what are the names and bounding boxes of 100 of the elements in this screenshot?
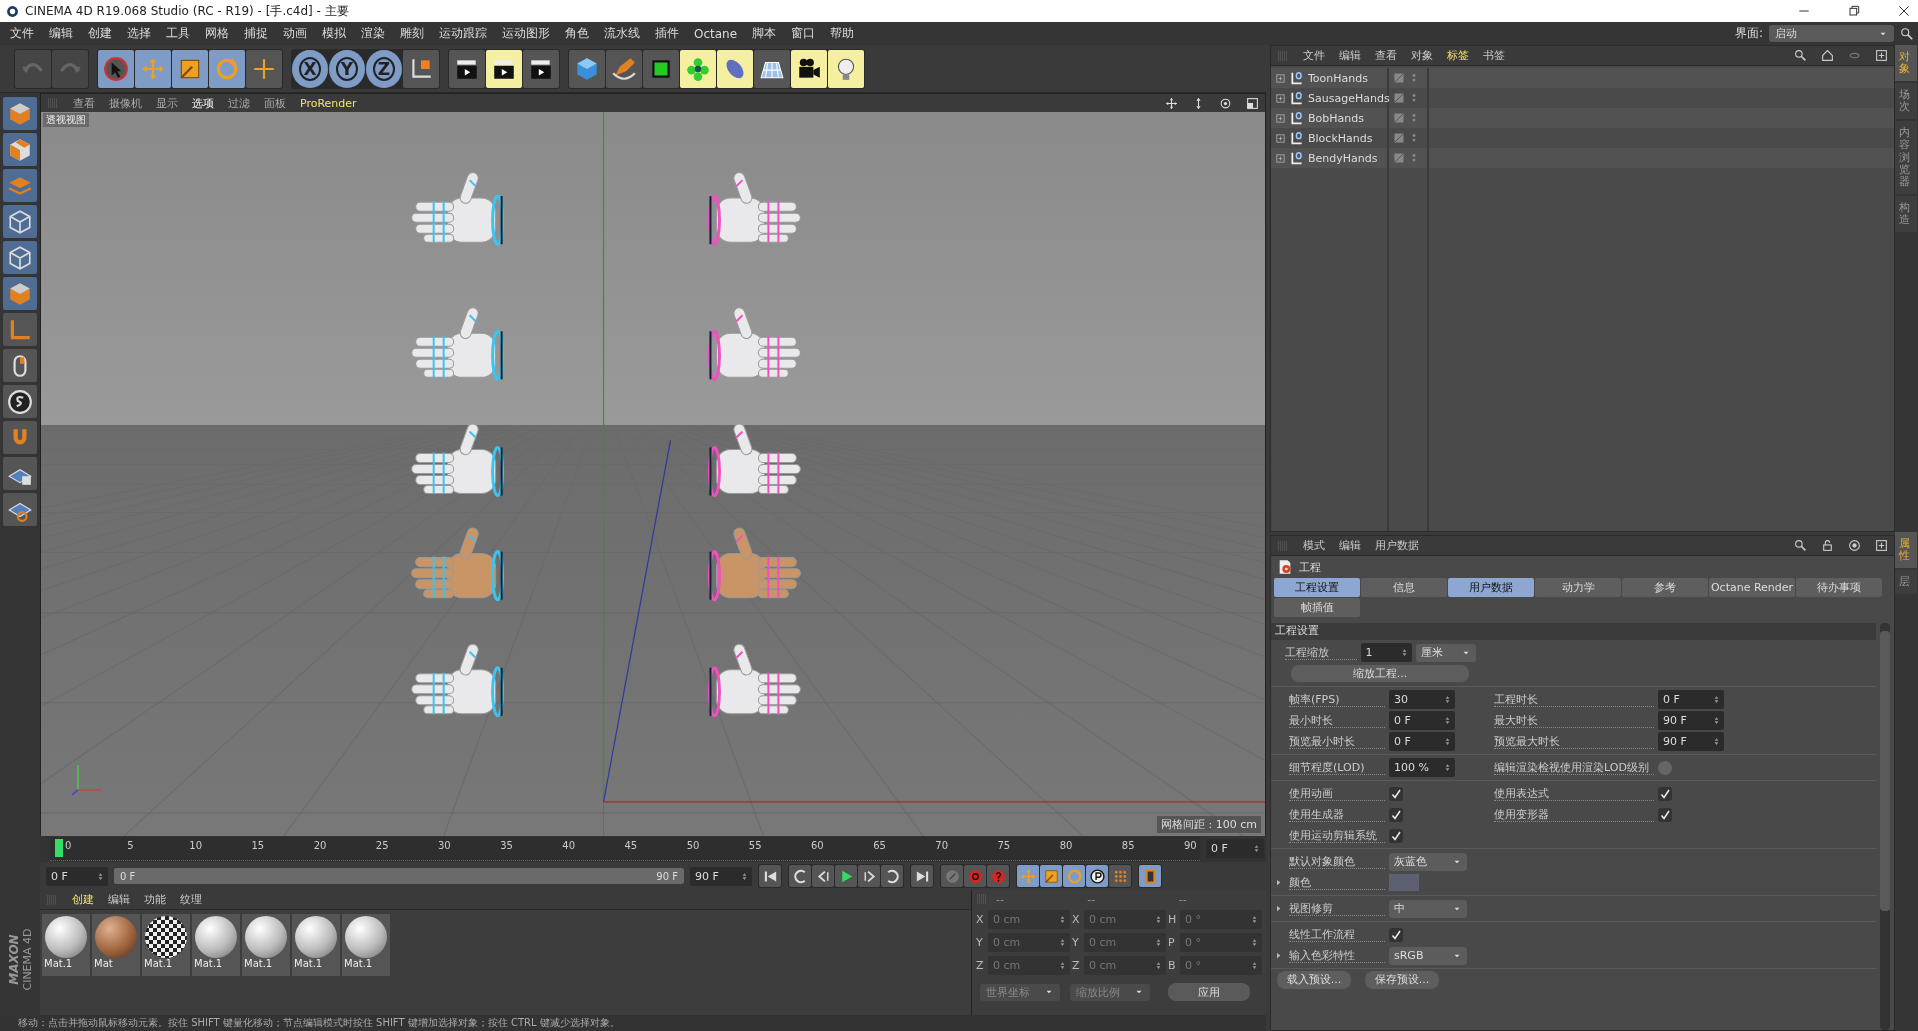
tab[interactable]: 工程设置 [1274, 578, 1360, 597]
menu-item[interactable]: 运动图形 [502, 25, 550, 42]
scale-project-button[interactable]: 缩放工程... [1291, 665, 1469, 682]
number-field[interactable]: 90 F [1658, 711, 1724, 730]
checkbox[interactable] [1389, 927, 1403, 942]
checkbox[interactable] [1658, 786, 1672, 801]
tag-icon[interactable] [1393, 132, 1405, 144]
tab[interactable]: 动力学 [1535, 578, 1621, 597]
tool-button[interactable] [759, 865, 781, 887]
menu-item[interactable]: ProRender [300, 96, 357, 110]
checkbox[interactable] [1658, 807, 1672, 822]
number-field[interactable]: 1 [1360, 643, 1412, 662]
tab[interactable]: Octane Render [1709, 578, 1795, 597]
menu-item[interactable]: 运动跟踪 [439, 25, 487, 42]
side-tab[interactable]: 属性 [1895, 532, 1917, 569]
menu-item[interactable]: 书签 [1483, 48, 1505, 63]
menu-item[interactable]: 网格 [205, 25, 229, 42]
menu-item[interactable]: 选择 [127, 25, 151, 42]
menu-item[interactable]: 编辑 [49, 25, 73, 42]
menu-item[interactable]: 查看 [1375, 48, 1397, 63]
tool-button[interactable] [606, 49, 642, 88]
menu-item[interactable]: 过滤 [228, 95, 250, 111]
orbit-icon[interactable] [1219, 96, 1232, 110]
tool-button[interactable] [881, 865, 903, 887]
color-swatch[interactable] [1389, 874, 1419, 891]
menu-item[interactable]: 面板 [264, 95, 286, 111]
material-item[interactable]: Mat.1 [292, 914, 340, 976]
menu-item[interactable]: 文件 [1303, 48, 1325, 63]
number-field[interactable]: 0 F [1389, 732, 1455, 751]
menu-item[interactable]: 标签 [1447, 48, 1469, 63]
menu-item[interactable]: 用户数据 [1375, 538, 1419, 553]
move-view-icon[interactable] [1165, 96, 1178, 110]
scrollbar-thumb[interactable] [1880, 631, 1890, 911]
tool-button[interactable] [209, 49, 245, 88]
tab[interactable]: 信息 [1361, 578, 1447, 597]
material-item[interactable]: Mat [92, 914, 140, 976]
material-item[interactable]: Mat.1 [342, 914, 390, 976]
menu-item[interactable]: 角色 [565, 25, 589, 42]
menu-item[interactable]: 文件 [10, 25, 34, 42]
view-layout-icon[interactable] [1246, 96, 1259, 110]
material-item[interactable]: Mat.1 [192, 914, 240, 976]
tool-button[interactable] [717, 49, 753, 88]
menu-item[interactable]: 创建 [88, 25, 112, 42]
tool-button[interactable] [643, 49, 679, 88]
dropdown[interactable]: sRGB [1389, 946, 1467, 965]
timeline-ruler[interactable]: 0 5 10 15 20 25 30 35 40 45 50 55 60 65 70 75 80 85 90 [50, 836, 1200, 861]
side-tab[interactable]: 对象 [1895, 45, 1917, 82]
expand-icon[interactable] [1275, 132, 1286, 144]
menu-item[interactable]: 显示 [156, 95, 178, 111]
menu-item[interactable]: 雕刻 [400, 25, 424, 42]
menu-item[interactable]: 对象 [1411, 48, 1433, 63]
checkbox[interactable] [1389, 807, 1403, 822]
new-panel-icon[interactable] [1875, 49, 1888, 62]
side-tab[interactable]: 场次 [1895, 83, 1917, 120]
tool-button[interactable] [486, 49, 522, 88]
menu-item[interactable]: 渲染 [361, 25, 385, 42]
tool-button[interactable] [3, 385, 37, 418]
search-icon[interactable] [1794, 539, 1807, 552]
number-field[interactable]: 0 F [1658, 690, 1724, 709]
menu-item[interactable]: 编辑 [1339, 48, 1361, 63]
end-frame-field[interactable]: 90 F [690, 866, 752, 886]
menu-item[interactable]: Octane [694, 26, 738, 41]
search-icon[interactable] [1900, 26, 1914, 41]
tool-button[interactable] [789, 865, 811, 887]
number-field[interactable]: 0 F [1389, 711, 1455, 730]
tool-button[interactable] [828, 49, 864, 88]
layout-dropdown[interactable]: 启动 [1769, 25, 1894, 42]
frame-field[interactable]: 0 F [1206, 839, 1264, 858]
material-item[interactable]: Mat.1 [142, 914, 190, 976]
menu-item[interactable]: 捕捉 [244, 25, 268, 42]
tool-button[interactable] [449, 49, 485, 88]
checkbox[interactable] [1389, 828, 1403, 843]
number-field[interactable]: 100 % [1389, 758, 1455, 777]
axis-toggle[interactable]: X [292, 49, 328, 88]
tool-button[interactable] [172, 49, 208, 88]
axis-toggle[interactable]: Y [329, 49, 365, 88]
number-field[interactable]: 30 [1389, 690, 1455, 709]
tool-button[interactable] [754, 49, 790, 88]
object-name[interactable]: BlockHands [1308, 131, 1373, 145]
axis-toggle[interactable]: Z [366, 49, 402, 88]
maximize-icon[interactable] [1846, 3, 1862, 19]
dropdown[interactable]: 中 [1389, 899, 1467, 918]
expand-icon[interactable] [1275, 152, 1286, 164]
menu-item[interactable]: 模拟 [322, 25, 346, 42]
tool-button[interactable] [569, 49, 605, 88]
material-item[interactable]: Mat.1 [242, 914, 290, 976]
menu-item[interactable]: 摄像机 [109, 95, 142, 111]
dropdown[interactable]: 灰蓝色 [1389, 852, 1467, 871]
side-tab[interactable]: 构造 [1895, 195, 1917, 233]
tool-button[interactable] [403, 49, 439, 88]
home-icon[interactable] [1821, 49, 1834, 62]
menu-item[interactable]: 编辑 [108, 892, 130, 907]
checkbox[interactable] [1389, 786, 1403, 801]
preset-button[interactable]: 载入预设... [1277, 970, 1351, 989]
search-icon[interactable] [1794, 49, 1807, 62]
scrollbar[interactable] [1880, 623, 1890, 1030]
expand-icon[interactable] [1275, 112, 1286, 124]
expand-icon[interactable] [1275, 92, 1286, 104]
expand-icon[interactable] [1275, 72, 1286, 84]
menu-item[interactable]: 脚本 [752, 25, 777, 42]
